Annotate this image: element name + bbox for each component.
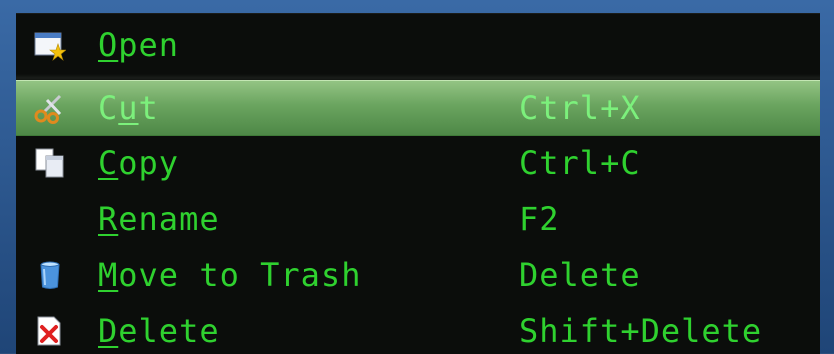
context-menu: Open Cut Ctrl+X Copy Ctrl+C Rename F2 Mo… [16,13,820,354]
menu-item-open[interactable]: Open [16,17,820,73]
menu-item-move-to-trash[interactable]: Move to Trash Delete [16,247,820,303]
menu-item-cut[interactable]: Cut Ctrl+X [16,80,820,136]
menu-item-label: Rename [98,200,220,238]
shortcut-label: Delete [519,256,641,294]
menu-item-label: Cut [98,89,159,127]
open-window-icon [34,29,67,61]
menu-item-copy[interactable]: Copy Ctrl+C [16,135,820,191]
menu-item-label: Copy [98,144,180,182]
menu-item-delete[interactable]: Delete Shift+Delete [16,303,820,354]
shortcut-label: F2 [519,200,560,238]
menu-item-label: Move to Trash [98,256,362,294]
shortcut-label: Ctrl+X [519,89,641,127]
copy-documents-icon [34,147,66,179]
shortcut-label: Shift+Delete [519,312,763,350]
shortcut-label: Ctrl+C [519,144,641,182]
trash-can-icon [34,259,66,291]
menu-item-label: Delete [98,312,220,350]
scissors-icon [34,92,66,124]
menu-item-label: Open [98,26,180,64]
menu-item-rename[interactable]: Rename F2 [16,191,820,247]
delete-red-x-icon [34,315,66,347]
